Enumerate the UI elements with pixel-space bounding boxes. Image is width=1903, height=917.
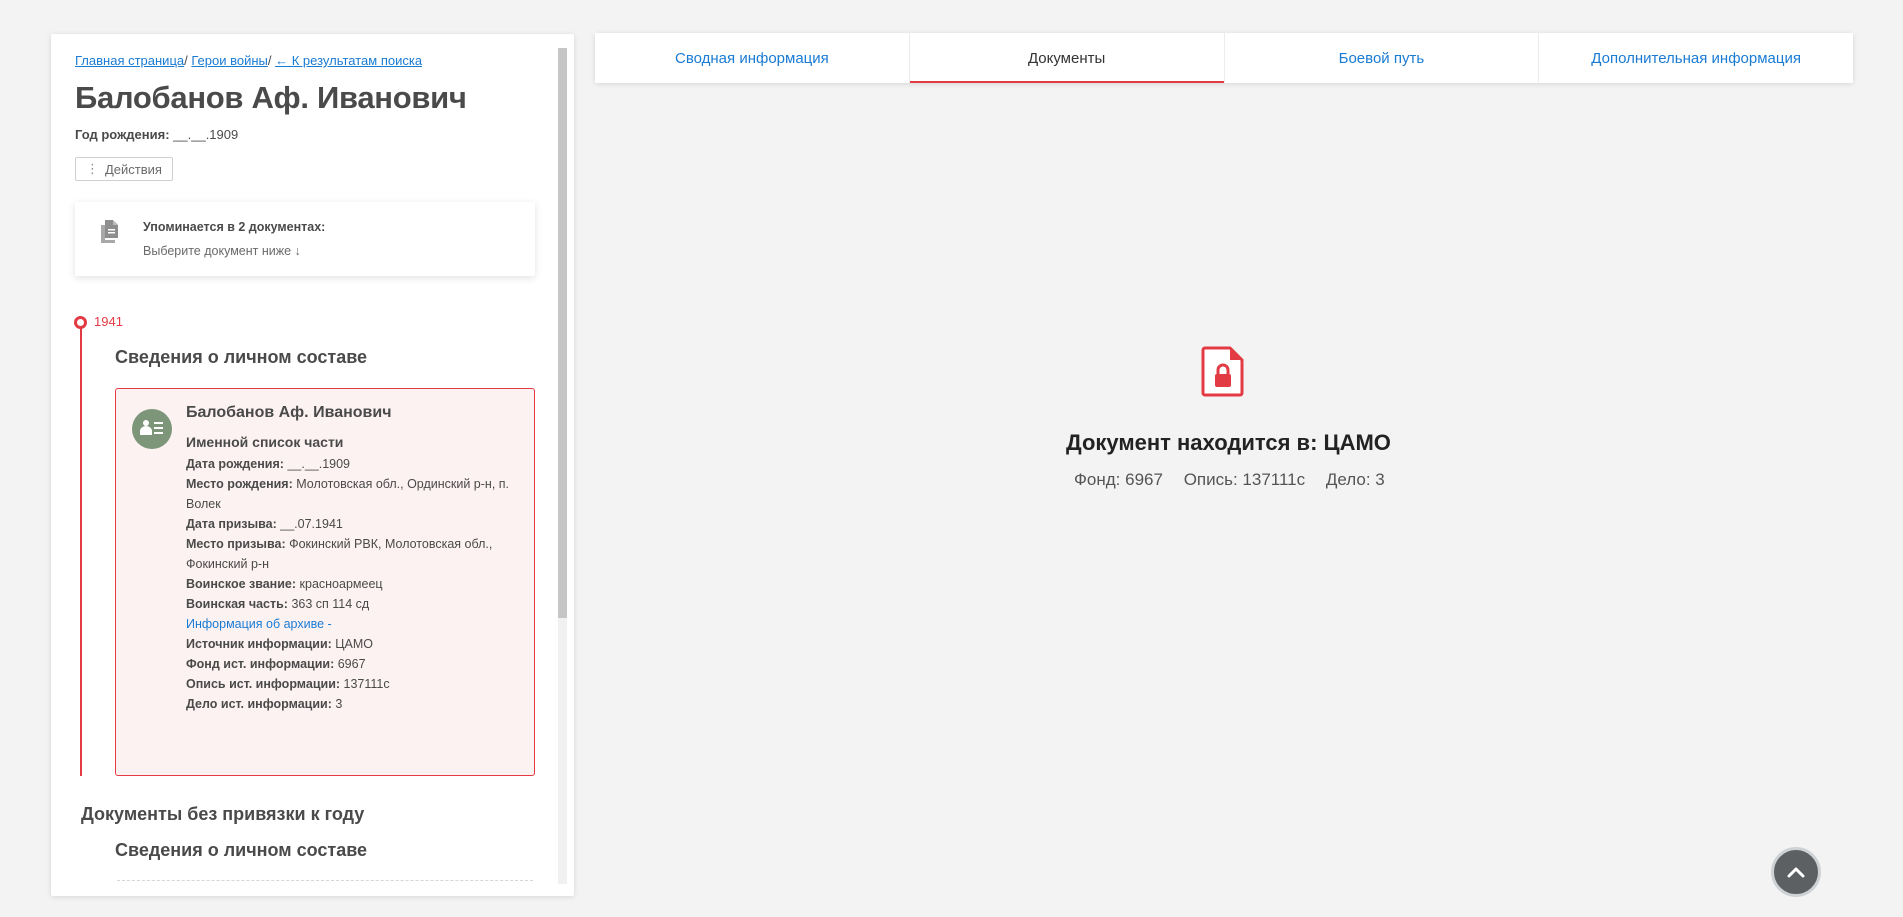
- field-value: ЦАМО: [335, 637, 374, 651]
- field-value: 363 сп 114 сд: [291, 597, 370, 611]
- field-label: Место призыва:: [186, 537, 286, 551]
- field-label: Воинское звание:: [186, 577, 297, 591]
- back-to-results-link[interactable]: ← К результатам поиска: [275, 53, 422, 68]
- tab-additional-info[interactable]: Дополнительная информация: [1539, 33, 1853, 83]
- page-title: Балобанов Аф. Иванович: [75, 80, 467, 115]
- person-panel-content: Главная страница/ Герои войны/ ← К резул…: [51, 34, 560, 896]
- scroll-to-top-button[interactable]: [1771, 847, 1821, 897]
- record-type: Именной список части: [186, 434, 344, 450]
- field-label: Дата рождения:: [186, 457, 284, 471]
- record-field: Дело ист. информации: 3: [186, 694, 526, 714]
- field-value: 137111с: [343, 677, 390, 691]
- document-delo: Дело: 3: [1325, 470, 1385, 489]
- document-location-title: Документ находится в: ЦАМО: [1066, 430, 1391, 455]
- document-fond: Фонд: 6967: [1074, 470, 1163, 489]
- panel-scrollbar-thumb[interactable]: [558, 48, 567, 618]
- record-body: Балобанов Аф. Иванович Именной список ча…: [186, 403, 526, 714]
- field-value: __.__.1909: [287, 457, 350, 471]
- kebab-menu-icon: ⋮: [86, 161, 99, 176]
- birth-year: Год рождения: __.__.1909: [75, 127, 238, 142]
- divider: [117, 880, 533, 881]
- documents-icon: [101, 220, 118, 243]
- document-opis: Опись: 137111с: [1183, 470, 1306, 489]
- timeline-year: 1941: [94, 314, 123, 329]
- field-label: Дело ист. информации:: [186, 697, 332, 711]
- person-panel: Главная страница/ Герои войны/ ← К резул…: [51, 34, 574, 896]
- locked-document-icon: [1201, 346, 1244, 397]
- tab-summary[interactable]: Сводная информация: [595, 33, 910, 83]
- field-label: Воинская часть:: [186, 597, 288, 611]
- record-name: Балобанов Аф. Иванович: [186, 404, 392, 421]
- breadcrumb-heroes-link[interactable]: Герои войны: [191, 53, 268, 68]
- field-value: 6967: [337, 657, 366, 671]
- field-label: Опись ист. информации:: [186, 677, 341, 691]
- mention-card: Упоминается в 2 документах: Выберите док…: [75, 202, 535, 276]
- breadcrumb-separator: /: [184, 53, 188, 68]
- field-value: __.07.1941: [280, 517, 343, 531]
- tab-bar: Сводная информация Документы Боевой путь…: [595, 33, 1853, 83]
- record-field: Место призыва: Фокинский РВК, Молотовска…: [186, 534, 526, 574]
- tab-documents[interactable]: Документы: [909, 33, 1225, 83]
- actions-button[interactable]: ⋮ Действия: [75, 157, 173, 181]
- breadcrumb: Главная страница/ Герои войны/ ← К резул…: [75, 53, 422, 68]
- field-label: Фонд ист. информации:: [186, 657, 335, 671]
- record-field: Место рождения: Молотовская обл., Ординс…: [186, 474, 526, 514]
- record-field: Воинское звание: красноармеец: [186, 574, 526, 594]
- breadcrumb-separator: /: [267, 53, 272, 68]
- person-list-icon: [132, 409, 172, 449]
- birth-year-label: Год рождения:: [75, 127, 170, 142]
- record-field: Дата призыва: __.07.1941: [186, 514, 526, 534]
- section-title-personnel-no-year: Сведения о личном составе: [115, 840, 368, 860]
- document-meta: Фонд: 6967 Опись: 137111с Дело: 3: [1066, 470, 1385, 490]
- person-list-glyph: [140, 420, 163, 435]
- breadcrumb-home-link[interactable]: Главная страница: [75, 53, 184, 68]
- birth-year-value: __.__.1909: [173, 127, 239, 142]
- record-field: Воинская часть: 363 сп 114 сд: [186, 594, 526, 614]
- record-field: Фонд ист. информации: 6967: [186, 654, 526, 674]
- record-field: Дата рождения: __.__.1909: [186, 454, 526, 474]
- field-label: Дата призыва:: [186, 517, 277, 531]
- no-year-title: Документы без привязки к году: [81, 804, 365, 824]
- field-value: 3: [335, 697, 343, 711]
- field-label: Место рождения:: [186, 477, 293, 491]
- timeline-dot: [74, 316, 87, 329]
- actions-button-label: Действия: [105, 161, 162, 177]
- chevron-up-icon: [1787, 867, 1805, 878]
- section-title-personnel: Сведения о личном составе: [115, 347, 368, 367]
- record-card[interactable]: Балобанов Аф. Иванович Именной список ча…: [115, 388, 535, 776]
- timeline-line: [80, 322, 82, 776]
- panel-scrollbar[interactable]: [558, 48, 567, 884]
- mention-title: Упоминается в 2 документах:: [143, 220, 326, 234]
- tab-combat-path[interactable]: Боевой путь: [1225, 33, 1540, 83]
- record-field: Источник информации: ЦАМО: [186, 634, 526, 654]
- field-value: красноармеец: [299, 577, 383, 591]
- archive-info-link[interactable]: Информация об архиве -: [186, 614, 526, 634]
- field-label: Источник информации:: [186, 637, 332, 651]
- record-field: Опись ист. информации: 137111с: [186, 674, 526, 694]
- mention-hint: Выберите документ ниже ↓: [143, 244, 301, 258]
